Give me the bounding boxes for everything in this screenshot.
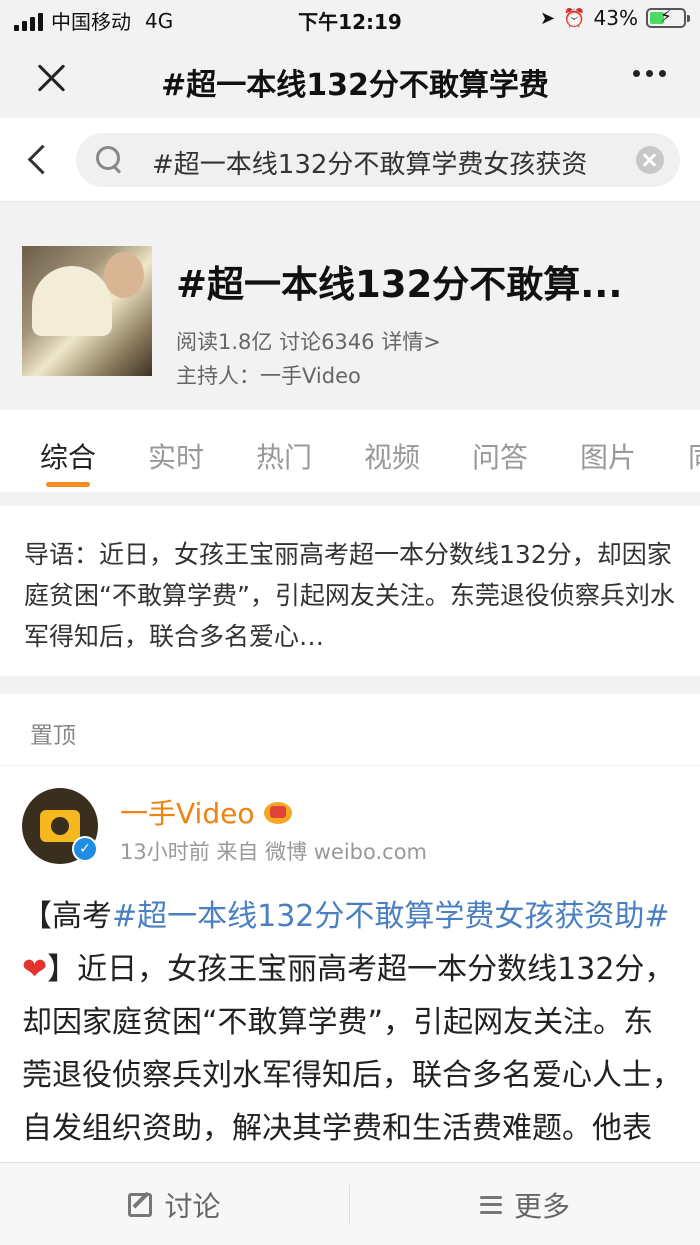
- tab-realtime[interactable]: 实时: [148, 436, 204, 476]
- post-body-prefix: 【高考: [22, 899, 112, 934]
- author-name[interactable]: 一手Video: [120, 792, 254, 832]
- back-arrow-icon[interactable]: [26, 144, 50, 174]
- post-hashtag-link[interactable]: #超一本线132分不敢算学费女孩获资助#: [112, 899, 670, 934]
- battery-icon: ⚡: [646, 7, 690, 28]
- intro-text: 导语：近日，女孩王宝丽高考超一本分数线132分，却因家庭贫困“不敢算学费”，引起…: [24, 540, 675, 651]
- tab-qa[interactable]: 问答: [472, 436, 528, 476]
- discuss-label: 讨论: [164, 1189, 221, 1223]
- search-bar: #超一本线132分不敢算学费女孩获资: [0, 118, 700, 202]
- tab-bar: 综合 实时 热门 视频 问答 图片 同: [0, 410, 700, 492]
- more-label: 更多: [513, 1189, 570, 1223]
- page-title: #超一本线132分不敢算学费: [161, 68, 549, 103]
- tab-comprehensive[interactable]: 综合: [40, 436, 96, 476]
- edit-icon: [128, 1192, 153, 1217]
- post-meta: 13小时前 来自 微博 weibo.com: [120, 840, 428, 864]
- active-tab-indicator: [46, 482, 90, 487]
- camera-icon: [40, 810, 80, 842]
- heart-icon: ❤: [22, 952, 48, 987]
- discuss-button[interactable]: 讨论: [0, 1163, 349, 1245]
- pinned-label: 置顶: [30, 723, 76, 749]
- topic-stats[interactable]: 阅读1.8亿 讨论6346 详情>: [176, 326, 441, 356]
- topic-title: #超一本线132分不敢算...: [176, 263, 623, 306]
- pinned-section: 置顶: [0, 694, 700, 766]
- search-input[interactable]: #超一本线132分不敢算学费女孩获资: [76, 133, 680, 187]
- topic-host: 主持人：一手Video: [176, 364, 361, 388]
- more-button[interactable]: 更多: [350, 1163, 700, 1245]
- tab-video[interactable]: 视频: [364, 436, 420, 476]
- tab-hot[interactable]: 热门: [256, 436, 312, 476]
- location-icon: ➤: [540, 7, 556, 29]
- verified-badge-icon: ✓: [72, 836, 98, 862]
- menu-icon: [479, 1195, 502, 1214]
- post-body: 【高考#超一本线132分不敢算学费女孩获资助#❤】近日，女孩王宝丽高考超一本分数…: [22, 890, 682, 1208]
- crown-badge-icon: [264, 798, 292, 824]
- more-options-icon[interactable]: [633, 70, 666, 77]
- search-icon: [96, 146, 124, 174]
- status-bar: 中国移动 4G 下午12:19 ➤ ⏰ 43% ⚡: [0, 0, 700, 40]
- battery-percent: 43%: [593, 6, 638, 30]
- tab-overflow[interactable]: 同: [688, 436, 700, 476]
- weibo-post[interactable]: ✓ 一手Video 13小时前 来自 微博 weibo.com 【高考#超一本线…: [0, 766, 700, 1199]
- topic-intro[interactable]: 导语：近日，女孩王宝丽高考超一本分数线132分，却因家庭贫困“不敢算学费”，引起…: [0, 506, 700, 676]
- top-navigation-bar: #超一本线132分不敢算学费: [0, 40, 700, 118]
- search-query[interactable]: #超一本线132分不敢算学费女孩获资: [152, 144, 587, 181]
- topic-cover-image: [22, 246, 152, 376]
- bottom-action-bar: 讨论 更多: [0, 1162, 700, 1245]
- status-right: ➤ ⏰ 43% ⚡: [540, 6, 690, 30]
- alarm-icon: ⏰: [563, 7, 586, 29]
- close-icon[interactable]: [36, 62, 68, 94]
- tab-images[interactable]: 图片: [580, 436, 636, 476]
- charging-icon: ⚡: [660, 7, 672, 27]
- topic-header: #超一本线132分不敢算... 阅读1.8亿 讨论6346 详情> 主持人：一手…: [0, 202, 700, 410]
- clear-search-icon[interactable]: [636, 146, 664, 174]
